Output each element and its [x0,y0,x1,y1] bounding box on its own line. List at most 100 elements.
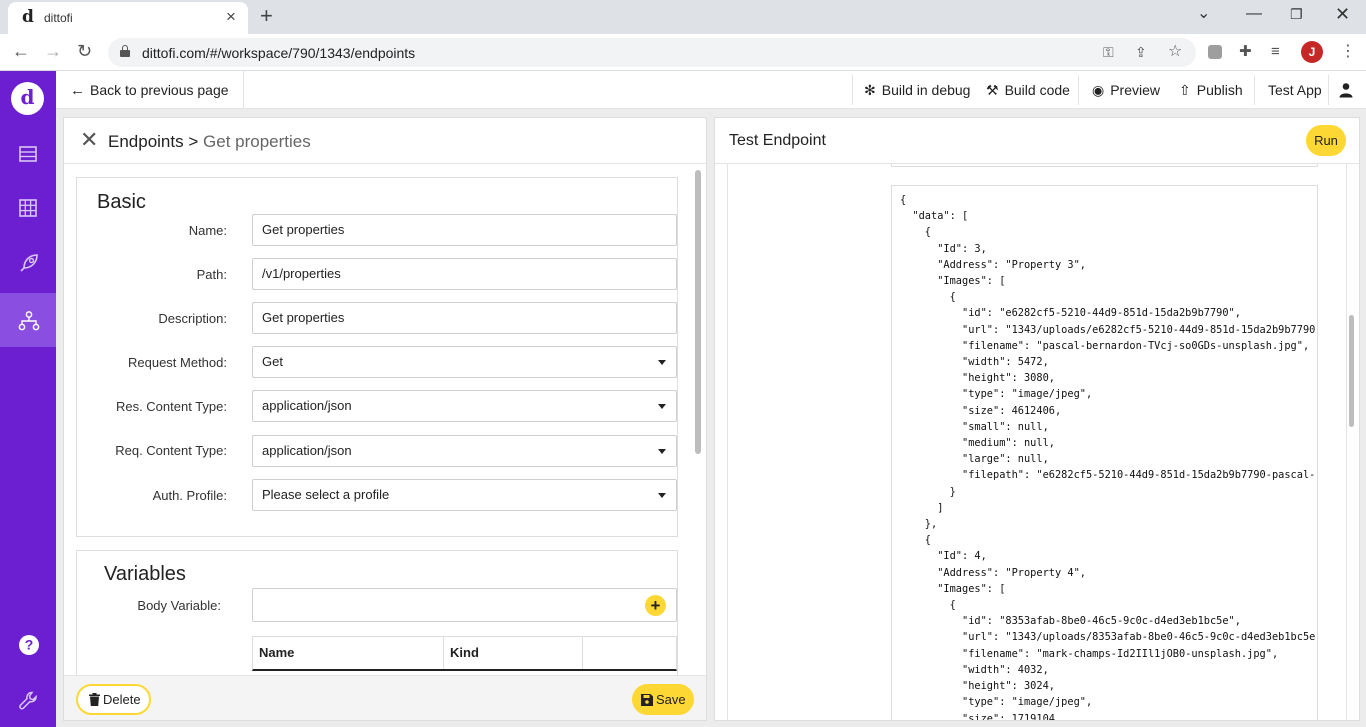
trash-icon [89,693,100,706]
new-tab-icon[interactable]: + [260,4,273,28]
back-arrow-icon[interactable]: ← [12,40,30,62]
forward-arrow-icon[interactable]: → [44,40,62,62]
column-name: Name [259,645,295,660]
caret-down-icon [658,449,666,454]
breadcrumb-endpoints[interactable]: Endpoints [108,132,184,151]
breadcrumb-separator: > [188,132,199,151]
media-icon[interactable]: ≡ [1271,43,1280,61]
reload-icon[interactable]: ↻ [77,40,92,62]
scrollbar-thumb[interactable] [695,170,701,454]
back-to-previous-button[interactable]: ← Back to previous page [56,71,244,109]
column-actions [582,637,676,669]
back-label: Back to previous page [90,82,229,98]
panel-scrollbar[interactable] [694,166,702,676]
grid-icon [19,199,37,217]
close-tab-icon[interactable]: × [226,8,236,26]
build-code-button[interactable]: ⚒ Build code [986,71,1070,109]
sidebar-item-tools[interactable] [0,673,56,727]
dittofi-logo[interactable]: d [11,82,44,115]
test-endpoint-header: Test Endpoint Run [715,118,1359,164]
tab-title: dittofi [44,11,73,25]
response-viewer[interactable]: { "data": [ { "Id": 3, "Address": "Prope… [891,185,1318,720]
test-endpoint-panel: Test Endpoint Run { "data": [ { "Id": 3,… [714,117,1360,721]
puzzle-icon[interactable]: ✚ [1239,43,1252,61]
bug-icon: ✻ [864,82,876,98]
sidebar-item-actions[interactable] [0,235,56,289]
auth-profile-label: Auth. Profile: [152,488,227,503]
app-sidebar: d ? [0,71,56,727]
build-in-debug-button[interactable]: ✻ Build in debug [864,71,970,109]
caret-down-icon [658,360,666,365]
sidebar-item-tables[interactable] [0,181,56,235]
panel-header: ✕ Endpoints > Get properties [64,118,706,164]
add-variable-button[interactable]: + [645,595,666,616]
save-button[interactable]: Save [632,684,694,715]
test-app-button[interactable]: Test App [1268,71,1322,109]
minimize-icon[interactable]: — [1246,4,1262,24]
dittofi-favicon-icon: d [22,7,34,27]
test-endpoint-title: Test Endpoint [729,132,826,149]
req-content-type-select[interactable]: application/json [252,435,677,467]
column-kind: Kind [443,637,582,669]
tab-search-chevron-icon[interactable]: ⌄ [1197,4,1210,24]
floppy-disk-icon [641,694,653,706]
test-app-label: Test App [1268,82,1322,98]
auth-profile-select[interactable]: Please select a profile [252,479,677,511]
res-content-type-label: Res. Content Type: [115,399,227,414]
bookmark-star-icon[interactable]: ☆ [1168,44,1182,60]
description-field[interactable]: Get properties [252,302,677,334]
browser-tab[interactable]: d dittofi × [8,2,248,34]
res-content-type-value: application/json [262,398,352,413]
restore-icon[interactable]: ❐ [1290,4,1303,24]
help-button[interactable]: ? [0,617,56,671]
name-label: Name: [188,223,227,238]
panel-footer: Delete Save [64,675,706,720]
description-value: Get properties [262,310,345,325]
response-scrollbar-thumb[interactable] [1349,315,1354,427]
menu-dots-icon[interactable]: ⋮ [1340,43,1356,61]
name-field[interactable]: Get properties [252,214,677,246]
publish-label: Publish [1196,82,1243,98]
profile-avatar[interactable]: J [1301,41,1323,63]
path-field[interactable]: /v1/properties [252,258,677,290]
path-label: Path: [196,267,227,282]
wrench-icon [19,691,37,710]
extension-icon[interactable] [1208,45,1222,59]
browser-toolbar: ← → ↻ dittofi.com/#/workspace/790/1343/e… [0,34,1366,71]
preview-label: Preview [1110,82,1161,98]
run-button[interactable]: Run [1306,125,1346,156]
topbar-divider [1254,75,1255,105]
key-icon[interactable]: ⚿ [1103,44,1114,60]
req-content-type-value: application/json [262,443,352,458]
sidebar-item-endpoints[interactable] [0,293,56,347]
eye-icon: ◉ [1092,82,1105,98]
breadcrumb: Endpoints > Get properties [108,132,311,152]
app-topbar: ← Back to previous page ✻ Build in debug ⚒… [56,71,1366,109]
request-method-select[interactable]: Get [252,346,677,378]
auth-profile-value: Please select a profile [262,487,390,502]
request-body-box[interactable] [891,164,1318,167]
share-icon[interactable]: ⇪ [1135,44,1147,60]
account-button[interactable] [1338,71,1354,109]
topbar-divider [1328,75,1329,105]
name-value: Get properties [262,222,345,237]
res-content-type-select[interactable]: application/json [252,390,677,422]
hierarchy-icon [18,311,40,331]
sidebar-item-data[interactable] [0,127,56,181]
delete-button[interactable]: Delete [76,684,151,715]
arrow-left-icon: ← [70,82,85,99]
build-in-debug-label: Build in debug [881,82,971,98]
body-variable-input[interactable]: + [252,588,677,622]
variables-section: Variables Body Variable: + Name Kind [76,550,678,690]
help-icon: ? [19,635,39,655]
path-value: /v1/properties [262,266,341,281]
preview-button[interactable]: ◉ Preview [1092,71,1160,109]
lock-icon [120,45,130,57]
publish-button[interactable]: ⇧ Publish [1179,71,1243,109]
topbar-divider [852,75,853,105]
response-json: { "data": [ { "Id": 3, "Address": "Prope… [900,194,1318,720]
svg-text:?: ? [25,637,34,653]
close-icon[interactable]: ✕ [80,129,98,151]
window-close-icon[interactable]: ✕ [1335,4,1350,24]
address-bar[interactable]: dittofi.com/#/workspace/790/1343/endpoin… [108,38,1196,67]
